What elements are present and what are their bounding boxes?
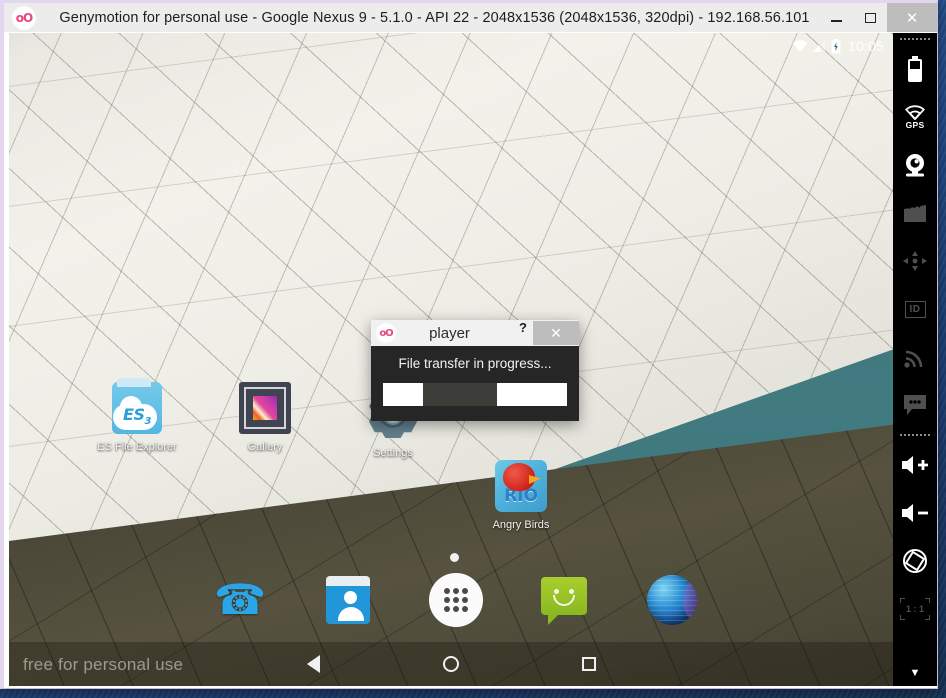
status-bar-clock: 10:05	[847, 38, 884, 54]
genymotion-player-window: oO Genymotion for personal use - Google …	[0, 0, 938, 689]
contacts-icon	[326, 576, 370, 624]
app-label-gallery: Gallery	[247, 441, 283, 453]
app-label-settings: Settings	[373, 447, 413, 459]
dialog-genymotion-logo-icon: oO	[376, 323, 396, 343]
nav-back-icon[interactable]	[298, 649, 328, 679]
maximize-button[interactable]	[853, 3, 887, 32]
window-titlebar[interactable]: oO Genymotion for personal use - Google …	[4, 3, 937, 32]
dialog-titlebar[interactable]: oO player ? ✕	[371, 320, 579, 346]
transfer-progress-bar	[383, 383, 567, 406]
genymotion-logo-icon: oO	[12, 5, 36, 30]
sidebar-item-volume-up[interactable]	[893, 441, 937, 489]
sidebar-item-identifiers[interactable]: ID	[893, 285, 937, 333]
dialog-title: player	[429, 324, 470, 342]
dialog-help-button[interactable]: ?	[513, 320, 533, 335]
angry-birds-icon: RIO	[493, 458, 549, 514]
wifi-icon	[792, 40, 808, 52]
browser-globe-icon	[647, 575, 697, 625]
es-badge-text: ES	[123, 404, 145, 424]
app-icon-gallery[interactable]: Gallery	[219, 380, 311, 453]
window-controls: ✕	[819, 3, 937, 32]
personal-use-watermark: free for personal use	[23, 655, 184, 674]
sidebar-item-screen-recorder[interactable]	[893, 189, 937, 237]
dialog-body: File transfer in progress...	[371, 346, 579, 421]
app-label-angry-birds: Angry Birds	[492, 519, 550, 531]
minimize-button[interactable]	[819, 3, 853, 32]
app-icon-angry-birds[interactable]: RIO Angry Birds	[475, 458, 567, 531]
sidebar-item-dpad[interactable]	[893, 237, 937, 285]
sidebar-item-sms[interactable]	[893, 381, 937, 429]
windows-desktop: oO Genymotion for personal use - Google …	[0, 0, 946, 698]
transfer-progress-chunk	[423, 383, 498, 406]
es-file-explorer-icon: ES3	[109, 378, 165, 436]
dock-item-browser[interactable]	[644, 572, 700, 628]
window-title: Genymotion for personal use - Google Nex…	[59, 9, 810, 26]
dock-item-contacts[interactable]	[320, 572, 376, 628]
sidebar-separator-top	[900, 38, 930, 40]
dock-item-app-drawer[interactable]	[428, 572, 484, 628]
app-label-es-file-explorer: ES File Explorer	[97, 441, 177, 453]
android-status-bar: 10:05	[9, 33, 893, 59]
nav-recents-icon[interactable]	[574, 649, 604, 679]
nav-home-icon[interactable]	[436, 649, 466, 679]
home-screen-dock: ☎	[9, 568, 893, 638]
sidebar-item-battery[interactable]	[893, 45, 937, 93]
sidebar-gps-label: GPS	[905, 119, 925, 130]
phone-icon: ☎	[213, 576, 267, 623]
sidebar-item-rotate[interactable]	[893, 537, 937, 585]
chevron-down-icon[interactable]: ▼	[893, 660, 937, 686]
es-badge-sub: 3	[144, 416, 151, 427]
sidebar-item-scale[interactable]: 1 : 1	[893, 585, 937, 633]
dock-item-messaging[interactable]	[536, 572, 592, 628]
battery-charging-icon	[831, 38, 841, 53]
sidebar-id-label: ID	[904, 300, 926, 318]
dock-item-phone[interactable]: ☎	[212, 572, 268, 628]
close-button[interactable]: ✕	[887, 3, 937, 32]
sidebar-item-network[interactable]	[893, 333, 937, 381]
sidebar-scale-label: 1 : 1	[905, 604, 924, 614]
sidebar-item-gps[interactable]: GPS	[893, 93, 937, 141]
android-navigation-bar: free for personal use	[9, 642, 893, 686]
sidebar-item-camera[interactable]	[893, 141, 937, 189]
app-icon-es-file-explorer[interactable]: ES3 ES File Explorer	[91, 378, 183, 453]
app-drawer-icon	[429, 573, 483, 627]
file-transfer-dialog: oO player ? ✕ File transfer in progress.…	[371, 320, 579, 421]
signal-icon	[812, 40, 825, 52]
gallery-icon	[237, 380, 293, 436]
dialog-message: File transfer in progress...	[398, 356, 552, 371]
sidebar-item-volume-down[interactable]	[893, 489, 937, 537]
android-device-screen[interactable]: 10:05 ES3 ES File Explorer Gallery Setti…	[9, 33, 893, 686]
dialog-close-button[interactable]: ✕	[533, 321, 579, 345]
messaging-icon	[541, 577, 587, 615]
home-page-indicator-dot	[450, 553, 459, 562]
sidebar-separator-middle	[900, 434, 930, 436]
genymotion-tool-sidebar: GPS ID 1: 1 ▼	[893, 33, 937, 686]
